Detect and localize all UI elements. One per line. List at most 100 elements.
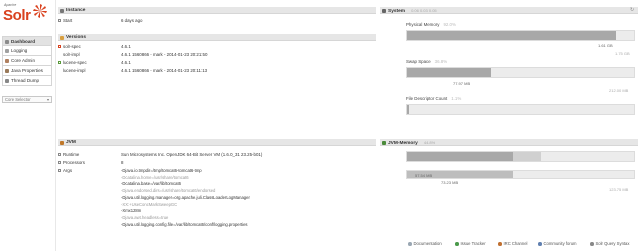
jvm-arg: -Dcatalina.base=/var/lib/tomcat6	[121, 181, 181, 187]
jvm-arg: -Xmx128m	[121, 208, 142, 214]
jvm-arg: -XX:+UseConcMarkSweepGC	[121, 201, 178, 207]
sidebar-nav: Dashboard Logging Core Admin Java Proper…	[2, 36, 52, 86]
runtime-icon	[58, 153, 61, 157]
sidebar-item-label: Core Admin	[11, 58, 36, 63]
args-label: Args	[63, 168, 73, 173]
jvm-args-list: -Djava.io.tmpdir=/tmp/tomcat6-tomcat6-tm…	[121, 168, 376, 230]
sidebar-item-thread-dump[interactable]: Thread Dump	[2, 76, 52, 86]
footer-link-documentation[interactable]: Documentation	[408, 240, 442, 248]
physical-memory-fill	[407, 31, 616, 40]
jvm-processors-row: Processors 8	[58, 159, 376, 166]
sidebar-item-logging[interactable]: Logging	[2, 46, 52, 56]
instance-title: Instance	[66, 8, 86, 13]
solr-icon	[58, 45, 61, 49]
documentation-icon	[408, 242, 412, 246]
swap-space-used: 77.97 MB	[453, 81, 471, 86]
footer-link-solr-query-syntax[interactable]: Solr Query Syntax	[590, 240, 629, 248]
start-value: 6 days ago	[121, 18, 143, 23]
solr-sun-icon	[33, 4, 47, 18]
runtime-value: Sun Microsystems Inc. OpenJDK 64-Bit Ser…	[121, 152, 263, 157]
file-descriptor-label: File Descriptor Count 1.1%	[406, 96, 462, 101]
runtime-label: Runtime	[63, 152, 80, 157]
version-value: 4.6.1	[121, 44, 131, 49]
physical-memory-label: Physical Memory 92.0%	[406, 22, 456, 27]
jvm-arg: -Djava.awt.headless=true	[121, 214, 169, 220]
core-selector-dropdown[interactable]: Core Selector ▾	[2, 96, 52, 103]
physical-memory-bar	[406, 30, 635, 41]
physical-memory-used: 1.61 GB	[598, 43, 613, 48]
version-key: solr-impl	[63, 52, 80, 57]
args-icon	[58, 169, 61, 173]
jvm-arg: -Djava.util.logging.manager=org.apache.j…	[121, 194, 250, 200]
java-icon	[60, 140, 64, 145]
system-panel-header: System 0.06 0.03 0.05 ↻	[380, 7, 638, 14]
sidebar-item-label: Logging	[11, 48, 28, 53]
jvm-memory-used-fill	[407, 152, 513, 161]
version-value: 4.6.1 1560866 - mark - 2014-01-23 20:21:…	[121, 52, 208, 57]
sidebar-item-label: Thread Dump	[11, 78, 40, 83]
jvm-memory-panel-header: JVM-Memory 44.8%	[380, 139, 638, 146]
solr-logo[interactable]: Apache Solr	[3, 3, 47, 31]
processors-value: 8	[121, 160, 124, 165]
chevron-down-icon: ▾	[46, 97, 49, 102]
thread-dump-icon	[5, 78, 9, 83]
logging-icon	[5, 48, 9, 53]
jvm-arg: -Djava.endorsed.dirs=/usr/share/tomcat6/…	[121, 188, 216, 194]
java-properties-icon	[5, 68, 9, 73]
sidebar-item-label: Dashboard	[11, 39, 35, 44]
version-row-solr-spec: solr-spec 4.6.1	[58, 43, 376, 50]
jvm-title: JVM	[66, 140, 76, 145]
clock-icon	[58, 19, 61, 23]
jvm-arg: -Djava.util.logging.config.file=/var/lib…	[121, 221, 248, 227]
irc-channel-icon	[498, 242, 502, 246]
community-forum-icon	[538, 242, 542, 246]
dashboard-icon	[5, 39, 9, 44]
system-icon	[382, 8, 386, 13]
issue-tracker-icon	[455, 242, 459, 246]
footer-link-irc-channel[interactable]: IRC Channel	[498, 240, 527, 248]
instance-panel-header: Instance	[58, 7, 376, 14]
swap-space-fill	[407, 68, 491, 77]
logo-solr-text: Solr	[3, 7, 31, 24]
sidebar-item-java-properties[interactable]: Java Properties	[2, 66, 52, 76]
version-value: 4.6.1	[121, 60, 131, 65]
version-row-lucene-spec: lucene-spec 4.6.1	[58, 59, 376, 66]
swap-space-pct: 36.8%	[434, 59, 448, 64]
physical-memory-max: 1.75 GB	[615, 51, 630, 56]
file-descriptor-bar	[406, 104, 635, 115]
jvm-memory-bar	[406, 151, 635, 162]
jvm-memory-used: 57.54 MB	[415, 173, 433, 178]
refresh-icon[interactable]: ↻	[630, 7, 634, 14]
lucene-icon	[58, 61, 61, 65]
version-row-lucene-impl: lucene-impl 4.6.1 1560866 - mark - 2014-…	[58, 67, 376, 74]
jvm-arg: -Djava.io.tmpdir=/tmp/tomcat6-tomcat6-tm…	[121, 168, 202, 173]
jvm-memory-max: 123.75 MB	[609, 187, 629, 192]
system-load: 0.06 0.03 0.05	[411, 8, 437, 13]
solr-query-syntax-icon	[590, 242, 594, 246]
versions-icon	[60, 35, 64, 40]
instance-start-row: Start 6 days ago	[58, 17, 376, 24]
processor-icon	[58, 161, 61, 165]
sidebar-divider	[55, 0, 56, 251]
core-selector-placeholder: Core Selector	[5, 97, 31, 102]
processors-label: Processors	[63, 160, 85, 165]
swap-space-bar	[406, 67, 635, 78]
sidebar-item-core-admin[interactable]: Core Admin	[2, 56, 52, 66]
physical-memory-pct: 92.0%	[443, 22, 456, 27]
jvm-memory-pct: 44.8%	[423, 140, 436, 145]
swap-space-label: Swap Space 36.8%	[406, 59, 448, 64]
footer-link-community-forum[interactable]: Community forum	[538, 240, 577, 248]
sidebar-item-dashboard[interactable]: Dashboard	[2, 36, 52, 46]
version-key: lucene-spec	[63, 60, 87, 65]
file-descriptor-pct: 1.1%	[451, 96, 462, 101]
jvm-panel-header: JVM	[58, 139, 376, 146]
versions-panel-header: Versions	[58, 34, 376, 41]
versions-title: Versions	[66, 35, 86, 40]
jvm-memory-title: JVM-Memory	[388, 141, 418, 146]
system-title: System	[388, 9, 406, 14]
start-label: Start	[63, 18, 73, 23]
core-admin-icon	[5, 58, 9, 63]
footer-link-issue-tracker[interactable]: Issue Tracker	[455, 240, 486, 248]
version-row-solr-impl: solr-impl 4.6.1 1560866 - mark - 2014-01…	[58, 51, 376, 58]
version-key: lucene-impl	[63, 68, 86, 73]
